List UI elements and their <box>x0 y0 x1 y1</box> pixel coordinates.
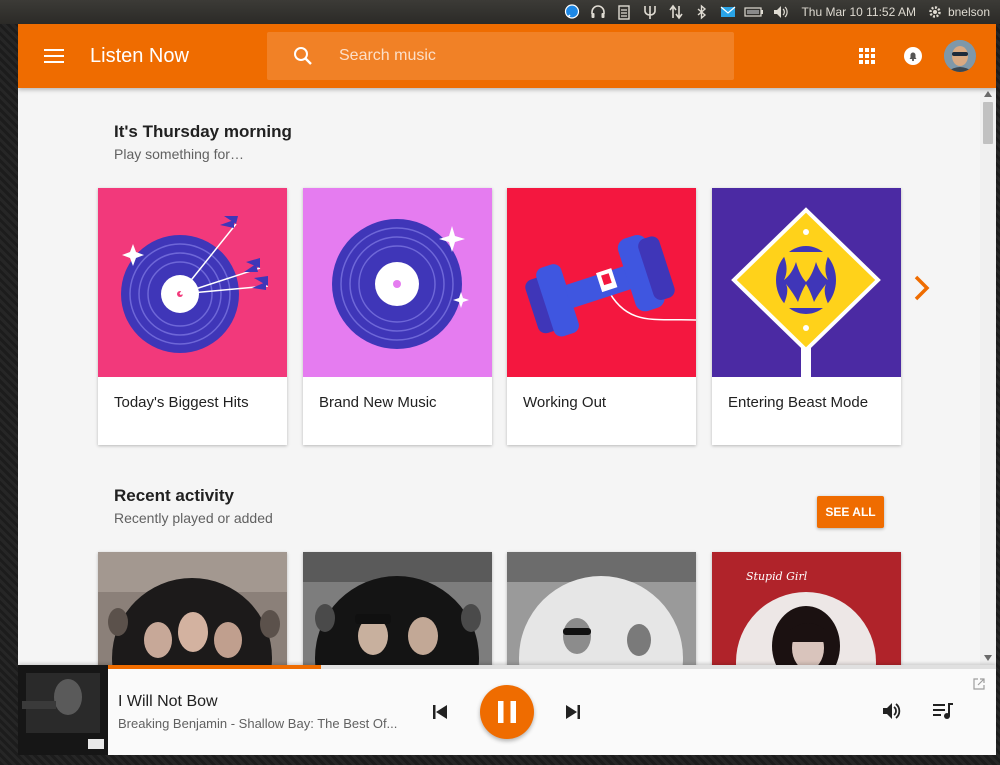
gear-icon[interactable] <box>926 0 944 24</box>
recent-subtitle: Recently played or added <box>114 510 273 526</box>
mail-icon[interactable] <box>715 0 741 24</box>
search-icon[interactable] <box>267 46 339 66</box>
scroll-down-arrow-icon[interactable] <box>984 655 992 661</box>
search-input[interactable] <box>339 47 719 65</box>
previous-track-button[interactable] <box>428 700 452 724</box>
notifications-icon[interactable] <box>890 24 936 88</box>
album-art-band-photo <box>303 552 492 665</box>
card-label: Today's Biggest Hits <box>114 394 249 411</box>
recent-card[interactable]: Stupid Girl <box>712 552 901 665</box>
progress-fill <box>108 665 322 669</box>
volume-icon[interactable] <box>767 0 793 24</box>
open-mini-player-button[interactable] <box>972 677 986 691</box>
headphones-icon[interactable] <box>585 0 611 24</box>
scroll-thumb[interactable] <box>983 102 993 144</box>
recent-title: Recent activity <box>114 486 234 505</box>
recent-card[interactable] <box>303 552 492 665</box>
avatar[interactable] <box>944 40 976 72</box>
app-toolbar: Listen Now <box>18 24 996 88</box>
clipboard-icon[interactable] <box>611 0 637 24</box>
now-playing-title[interactable]: I Will Not Bow <box>118 693 218 711</box>
card-label: Working Out <box>523 394 607 411</box>
queue-music-icon <box>933 703 953 719</box>
queue-button[interactable] <box>930 698 956 724</box>
next-track-button[interactable] <box>561 700 585 724</box>
station-card-beast-mode[interactable]: Entering Beast Mode <box>712 188 901 445</box>
scroll-up-arrow-icon[interactable] <box>984 91 992 97</box>
apps-grid-icon[interactable] <box>844 24 890 88</box>
card-label: Brand New Music <box>319 394 437 411</box>
carousel-next-button[interactable] <box>910 274 934 302</box>
chevron-right-icon <box>914 275 930 301</box>
now-playing-bar: I Will Not Bow Breaking Benjamin - Shall… <box>18 665 996 755</box>
network-arrows-icon[interactable] <box>663 0 689 24</box>
station-card-working-out[interactable]: Working Out <box>507 188 696 445</box>
battery-icon[interactable] <box>741 0 767 24</box>
album-art-band-photo <box>98 552 287 665</box>
bluetooth-icon[interactable] <box>689 0 715 24</box>
now-playing-album-art[interactable] <box>18 665 108 755</box>
volume-button[interactable] <box>878 698 904 724</box>
album-art-band-photo: Stupid Girl <box>712 552 901 665</box>
recent-card[interactable] <box>98 552 287 665</box>
recent-card[interactable] <box>507 552 696 665</box>
main-content: It's Thursday morning Play something for… <box>18 88 980 665</box>
album-art-text: Stupid Girl <box>746 570 808 583</box>
system-panel: Thu Mar 10 11:52 AM bnelson <box>0 0 1000 24</box>
station-card-brand-new-music[interactable]: Brand New Music <box>303 188 492 445</box>
menu-button[interactable] <box>18 24 90 88</box>
music-app-window: Listen Now Search music It's Thursday mo… <box>18 24 996 755</box>
card-label: Entering Beast Mode <box>728 394 869 411</box>
skip-previous-icon <box>433 705 447 719</box>
now-playing-artist-album[interactable]: Breaking Benjamin - Shallow Bay: The Bes… <box>118 716 398 731</box>
play-pause-button[interactable] <box>480 685 534 739</box>
skip-next-icon <box>566 705 580 719</box>
progress-track[interactable] <box>108 665 996 669</box>
greeting-title: It's Thursday morning <box>114 122 292 141</box>
album-art-band-photo <box>507 552 696 665</box>
see-all-button[interactable]: SEE ALL <box>817 496 884 528</box>
menu-icon <box>44 49 64 63</box>
system-user-name[interactable]: bnelson <box>948 5 990 19</box>
card-art-target <box>98 188 287 377</box>
content-scrollbar[interactable] <box>980 88 996 665</box>
search-box[interactable] <box>267 32 734 80</box>
card-art-dumbbell <box>507 188 696 377</box>
card-art-warning-sign <box>712 188 901 377</box>
external-open-icon <box>973 678 985 690</box>
trident-icon[interactable] <box>637 0 663 24</box>
chat-icon[interactable] <box>559 0 585 24</box>
greeting-subtitle: Play something for… <box>114 146 244 162</box>
station-card-biggest-hits[interactable]: Today's Biggest Hits <box>98 188 287 445</box>
card-art-vinyl <box>303 188 492 377</box>
page-title: Listen Now <box>90 44 189 67</box>
volume-icon <box>883 703 901 719</box>
toolbar-actions <box>844 24 996 88</box>
pause-icon <box>498 701 516 723</box>
system-clock[interactable]: Thu Mar 10 11:52 AM <box>801 5 916 19</box>
